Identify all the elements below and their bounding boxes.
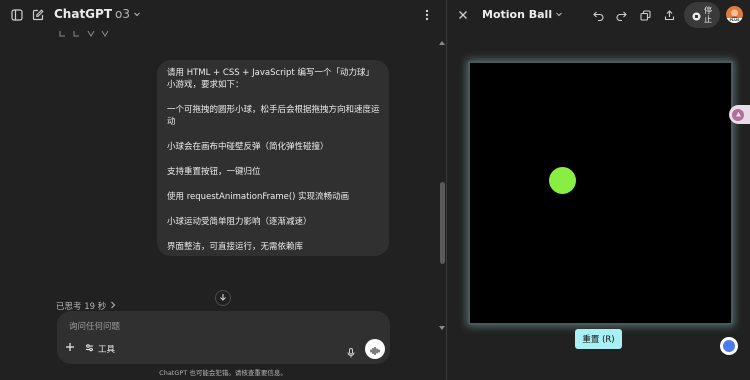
model-name: ChatGPT: [54, 7, 113, 21]
voice-mode-button[interactable]: [365, 339, 385, 359]
more-vertical-icon[interactable]: [421, 8, 433, 22]
message-paragraph: 小球会在画布中碰壁反弹（简化弹性碰撞）: [167, 142, 329, 152]
chevron-down-icon: [555, 8, 563, 21]
model-version: o3: [115, 7, 130, 21]
new-chat-icon[interactable]: [31, 8, 45, 22]
extension-icon: [732, 108, 744, 121]
message-paragraph: 使用 requestAnimationFrame() 实现流畅动画: [167, 192, 350, 202]
scroll-up-arrow-icon[interactable]: [439, 30, 445, 49]
stop-label: 停止: [704, 6, 712, 24]
copy-icon[interactable]: [638, 8, 652, 22]
tools-sliders-icon: [85, 343, 94, 355]
assistant-icon: [723, 340, 735, 352]
message-paragraph: 请用 HTML + CSS + JavaScript 编写一个「动力球」小游戏，…: [167, 68, 374, 90]
scroll-to-bottom-button[interactable]: [215, 290, 231, 306]
chevron-down-icon: [133, 7, 141, 21]
side-extension-tab[interactable]: [729, 105, 750, 124]
stop-button[interactable]: 停止: [684, 2, 720, 28]
message-paragraph: 一个可拖拽的圆形小球，松手后会根据拖拽方向和速度运动: [167, 105, 380, 127]
chat-scrollbar[interactable]: [438, 30, 446, 330]
microphone-icon[interactable]: [347, 343, 355, 362]
chevron-right-icon: [110, 301, 116, 312]
user-message-bubble: 请用 HTML + CSS + JavaScript 编写一个「动力球」小游戏，…: [157, 60, 389, 256]
plus-badge: PLUS: [726, 18, 743, 23]
undo-icon[interactable]: [591, 8, 605, 22]
arrow-down-icon: [219, 293, 227, 304]
close-icon[interactable]: [456, 8, 470, 22]
attach-plus-button[interactable]: [65, 342, 75, 355]
reset-button[interactable]: 重置 (R): [575, 329, 622, 349]
canvas-title-text: Motion Ball: [482, 8, 553, 21]
motion-ball[interactable]: [549, 167, 576, 194]
game-canvas[interactable]: [468, 61, 733, 325]
avatar[interactable]: PLUS: [726, 6, 743, 23]
floating-assistant-button[interactable]: [720, 337, 738, 355]
canvas-title[interactable]: Motion Ball: [482, 8, 563, 21]
canvas-panel: Motion Ball 停止 PLUS 重置 (R): [447, 0, 750, 380]
chat-panel: ChatGPT o3 请用 HTML + CSS + JavaScript 编写…: [0, 0, 446, 380]
stop-icon: [692, 6, 701, 25]
scroll-thumb[interactable]: [440, 182, 445, 264]
message-action-icons: [58, 24, 118, 37]
message-paragraph: 支持重置按钮，一键归位: [167, 167, 261, 177]
redo-icon[interactable]: [614, 8, 628, 22]
tools-label: 工具: [98, 345, 116, 355]
disclaimer: ChatGPT 也可能会犯错。请核查重要信息。: [159, 369, 287, 377]
sidebar-toggle-icon[interactable]: [10, 8, 24, 22]
model-selector[interactable]: ChatGPT o3: [54, 7, 141, 21]
share-icon[interactable]: [662, 8, 676, 22]
prompt-input[interactable]: [67, 319, 341, 335]
waveform-icon: [370, 340, 380, 359]
scroll-down-arrow-icon[interactable]: [439, 316, 445, 335]
tools-button[interactable]: 工具: [85, 343, 115, 355]
message-paragraph: 小球运动受简单阻力影响（逐渐减速）: [167, 217, 312, 227]
composer: 工具: [57, 311, 390, 364]
message-paragraph: 界面整洁，可直接运行，无需依赖库: [167, 242, 304, 252]
